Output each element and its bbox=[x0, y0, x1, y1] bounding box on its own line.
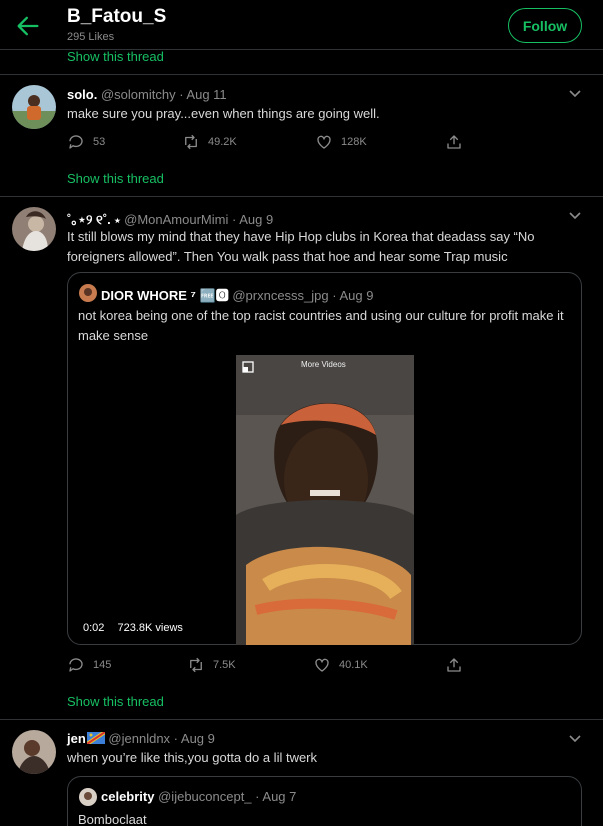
thread-page: B_Fatou_S 295 Likes Follow Show this thr… bbox=[0, 0, 603, 826]
reply-icon bbox=[69, 658, 83, 672]
avatar[interactable] bbox=[12, 207, 56, 251]
back-arrow-icon[interactable] bbox=[14, 12, 42, 40]
page-title: B_Fatou_S bbox=[67, 6, 167, 27]
video-views: 723.8K views bbox=[117, 622, 183, 634]
show-thread-link[interactable]: Show this thread bbox=[67, 694, 164, 709]
tweet-divider bbox=[0, 719, 603, 720]
avatar[interactable] bbox=[12, 730, 56, 774]
quoted-timestamp: · Aug 9 bbox=[332, 288, 374, 303]
like-count: 128K bbox=[341, 135, 367, 148]
like-count: 40.1K bbox=[339, 658, 368, 671]
like-button[interactable]: 40.1K bbox=[313, 656, 368, 674]
tweet-divider bbox=[0, 196, 603, 197]
reply-button[interactable]: 145 bbox=[67, 656, 111, 674]
handle[interactable]: @MonAmourMimi bbox=[124, 212, 228, 227]
handle[interactable]: @jennldnx bbox=[108, 731, 170, 746]
reply-count: 53 bbox=[93, 135, 106, 148]
retweet-button[interactable]: 49.2K bbox=[182, 133, 237, 151]
more-videos-label[interactable]: More Videos bbox=[301, 360, 346, 369]
retweet-button[interactable]: 7.5K bbox=[187, 656, 236, 674]
avatar[interactable] bbox=[12, 85, 56, 129]
likes-count: 295 Likes bbox=[67, 31, 115, 43]
quoted-tweet-text: Bomboclaat bbox=[78, 812, 147, 826]
video-time: 0:02 bbox=[83, 622, 105, 634]
show-thread-link[interactable]: Show this thread bbox=[67, 171, 164, 186]
follow-button[interactable]: Follow bbox=[508, 8, 582, 43]
display-name[interactable]: ˚｡⋆୨ ୧˚. ⋆ bbox=[67, 212, 121, 227]
chevron-down-icon[interactable] bbox=[568, 89, 582, 99]
tweet-text: when you’re like this,you gotta do a lil… bbox=[67, 750, 318, 765]
show-thread-link[interactable]: Show this thread bbox=[67, 49, 164, 64]
flag-icon bbox=[85, 730, 106, 746]
tweet-divider bbox=[0, 74, 603, 75]
retweet-count: 7.5K bbox=[213, 658, 236, 671]
retweet-icon bbox=[190, 657, 202, 673]
quoted-display-name: DIOR WHORE ⁷ 🆓🅾 bbox=[101, 288, 229, 303]
tweet-text: It still blows my mind that they have Hi… bbox=[67, 229, 535, 264]
share-icon bbox=[447, 135, 461, 149]
handle[interactable]: @solomitchy bbox=[101, 87, 176, 102]
quoted-handle: @ijebuconcept_ bbox=[158, 789, 252, 804]
reply-icon bbox=[69, 135, 83, 149]
share-button[interactable] bbox=[445, 656, 471, 674]
timestamp[interactable]: · Aug 9 bbox=[232, 212, 273, 227]
chevron-down-icon[interactable] bbox=[568, 734, 582, 744]
timestamp[interactable]: · Aug 11 bbox=[179, 87, 226, 102]
quoted-handle: @prxncesss_jpg bbox=[232, 288, 329, 303]
video-thumbnail bbox=[236, 355, 414, 645]
display-name[interactable]: solo. bbox=[67, 87, 97, 102]
chevron-down-icon[interactable] bbox=[568, 211, 582, 221]
heart-icon bbox=[315, 658, 329, 672]
avatar bbox=[79, 788, 97, 806]
display-name[interactable]: jen bbox=[67, 731, 86, 746]
picture-in-picture-icon[interactable] bbox=[242, 361, 254, 373]
quoted-tweet-text: not korea being one of the top racist co… bbox=[78, 308, 564, 343]
quoted-timestamp: · Aug 7 bbox=[255, 789, 297, 804]
timestamp[interactable]: · Aug 9 bbox=[174, 731, 215, 746]
heart-icon bbox=[317, 135, 331, 149]
like-button[interactable]: 128K bbox=[315, 133, 367, 151]
retweet-icon bbox=[185, 134, 197, 150]
share-icon bbox=[447, 658, 461, 672]
share-button[interactable] bbox=[445, 133, 471, 151]
reply-count: 145 bbox=[93, 658, 112, 671]
quoted-display-name: celebrity bbox=[101, 789, 155, 804]
tweet-text: make sure you pray...even when things ar… bbox=[67, 106, 380, 121]
retweet-count: 49.2K bbox=[208, 135, 237, 148]
reply-button[interactable]: 53 bbox=[67, 133, 105, 151]
avatar bbox=[79, 284, 97, 302]
quoted-tweet[interactable]: celebrity @ijebuconcept_ · Aug 7 Bombocl… bbox=[67, 776, 582, 826]
page-header: B_Fatou_S 295 Likes Follow bbox=[0, 0, 603, 50]
video-player[interactable]: More Videos bbox=[236, 355, 414, 645]
